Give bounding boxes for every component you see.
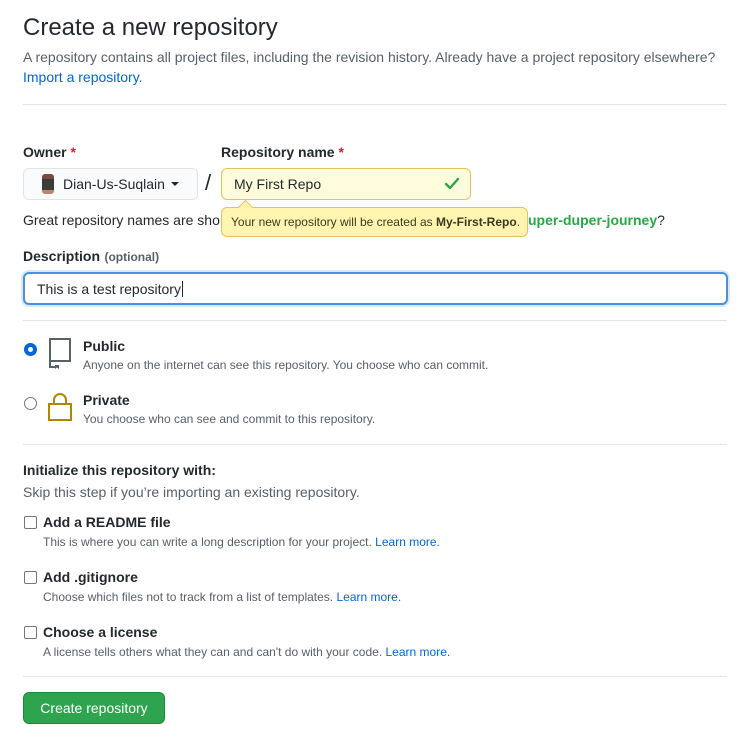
repo-name-label: Repository name * (221, 144, 344, 160)
gitignore-desc: Choose which files not to track from a l… (43, 590, 402, 604)
name-suggestion-text: Great repository names are sho (23, 212, 220, 228)
license-desc: A license tells others what they can and… (43, 645, 451, 659)
owner-repo-separator: / (205, 170, 212, 195)
learn-more-link[interactable]: Learn more. (375, 535, 440, 549)
public-desc: Anyone on the internet can see this repo… (83, 358, 489, 372)
create-repository-button[interactable]: Create repository (23, 692, 165, 724)
license-checkbox[interactable] (24, 626, 37, 639)
text-cursor (181, 280, 183, 297)
check-icon (444, 177, 460, 190)
learn-more-link[interactable]: Learn more. (386, 645, 451, 659)
public-radio[interactable] (24, 343, 37, 356)
description-label: Description (optional) (23, 248, 160, 264)
readme-checkbox[interactable] (24, 516, 37, 529)
suggested-name[interactable]: uper-duper-journey (528, 212, 657, 228)
readme-desc: This is where you can write a long descr… (43, 535, 440, 549)
caret-down-icon (170, 182, 179, 186)
public-title: Public (83, 338, 126, 354)
description-input[interactable]: This is a test repository (23, 272, 728, 305)
lock-icon (48, 393, 72, 421)
divider (23, 104, 727, 105)
page-title: Create a new repository (23, 14, 278, 41)
import-repo-link[interactable]: Import a repository. (23, 69, 143, 85)
page-subtitle: A repository contains all project files,… (23, 49, 716, 65)
learn-more-link[interactable]: Learn more. (336, 590, 401, 604)
private-radio[interactable] (24, 397, 37, 410)
private-desc: You choose who can see and commit to thi… (83, 412, 376, 426)
divider (23, 320, 727, 321)
repo-name-value: My First Repo (234, 176, 322, 192)
description-value: This is a test repository (37, 280, 181, 297)
repo-name-input[interactable]: My First Repo (221, 168, 471, 200)
repo-book-icon (49, 338, 71, 369)
owner-label: Owner * (23, 144, 76, 160)
gitignore-title: Add .gitignore (43, 569, 138, 585)
private-title: Private (83, 392, 130, 408)
initialize-heading: Initialize this repository with: (23, 462, 216, 478)
avatar (42, 174, 54, 194)
repo-name-tooltip: Your new repository will be created as M… (221, 207, 528, 237)
divider (23, 676, 727, 677)
name-suggestion: uper-duper-journey? (528, 212, 665, 228)
owner-select[interactable]: Dian-Us-Suqlain (23, 168, 198, 200)
license-title: Choose a license (43, 624, 158, 640)
readme-title: Add a README file (43, 514, 171, 530)
initialize-hint: Skip this step if you’re importing an ex… (23, 484, 360, 500)
divider (23, 444, 727, 445)
owner-name: Dian-Us-Suqlain (63, 176, 165, 192)
gitignore-checkbox[interactable] (24, 571, 37, 584)
